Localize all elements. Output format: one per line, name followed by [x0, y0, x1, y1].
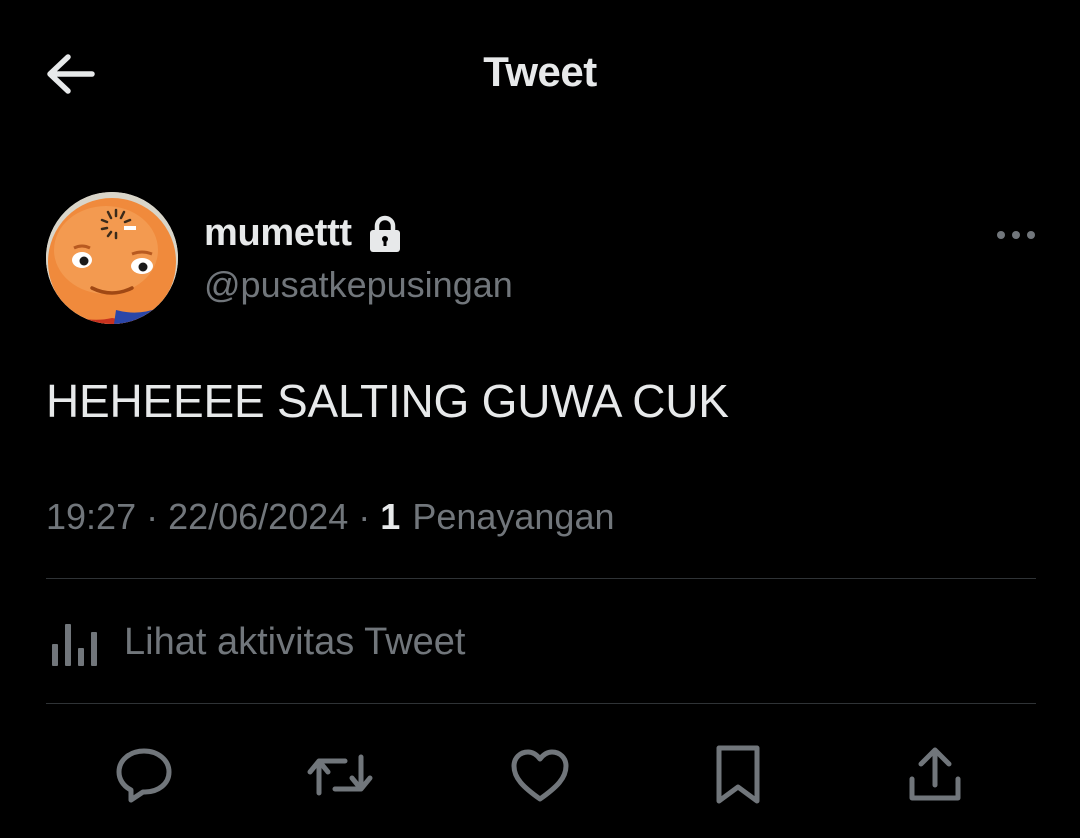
more-options-button[interactable]: [996, 220, 1036, 250]
retweet-icon: [307, 754, 373, 796]
tweet-date[interactable]: 22/06/2024: [168, 496, 348, 538]
analytics-bars-icon: [52, 624, 97, 666]
meta-separator: ·: [146, 496, 159, 537]
avatar[interactable]: [46, 192, 178, 324]
meta-separator: ·: [358, 496, 371, 537]
tweet-detail-screen: Tweet mumettt @pusatkepusingan HEHEEEE S…: [0, 0, 1080, 838]
page-title: Tweet: [483, 48, 597, 95]
reply-button[interactable]: [109, 740, 179, 810]
activity-label: Lihat aktivitas Tweet: [124, 620, 466, 663]
user-handle[interactable]: @pusatkepusingan: [204, 264, 513, 306]
display-name-row: mumettt: [204, 212, 402, 255]
view-label: Penayangan: [412, 496, 615, 537]
top-bar: Tweet: [0, 0, 1080, 150]
cartoon-face-avatar-icon: [46, 192, 178, 324]
more-horizontal-icon: [997, 231, 1035, 239]
view-count: 1: [380, 496, 401, 537]
tweet-action-bar: [0, 730, 1080, 820]
share-upload-icon: [909, 747, 961, 801]
retweet-button[interactable]: [305, 740, 375, 810]
reply-bubble-icon: [116, 748, 172, 803]
bookmark-button[interactable]: [703, 740, 773, 810]
bookmark-icon: [716, 745, 760, 804]
display-name[interactable]: mumettt: [204, 212, 352, 255]
lock-icon: [368, 215, 402, 253]
divider: [46, 703, 1036, 704]
tweet-metadata: 19:27 · 22/06/2024 · 1 Penayangan: [46, 496, 615, 538]
divider: [46, 578, 1036, 579]
tweet-text: HEHEEEE SALTING GUWA CUK: [46, 375, 729, 427]
heart-icon: [511, 749, 569, 802]
tweet-time[interactable]: 19:27: [46, 496, 136, 538]
view-tweet-activity-button[interactable]: Lihat aktivitas Tweet: [46, 602, 465, 682]
tweet-author: mumettt @pusatkepusingan: [46, 192, 1036, 326]
share-button[interactable]: [900, 740, 970, 810]
like-button[interactable]: [505, 740, 575, 810]
